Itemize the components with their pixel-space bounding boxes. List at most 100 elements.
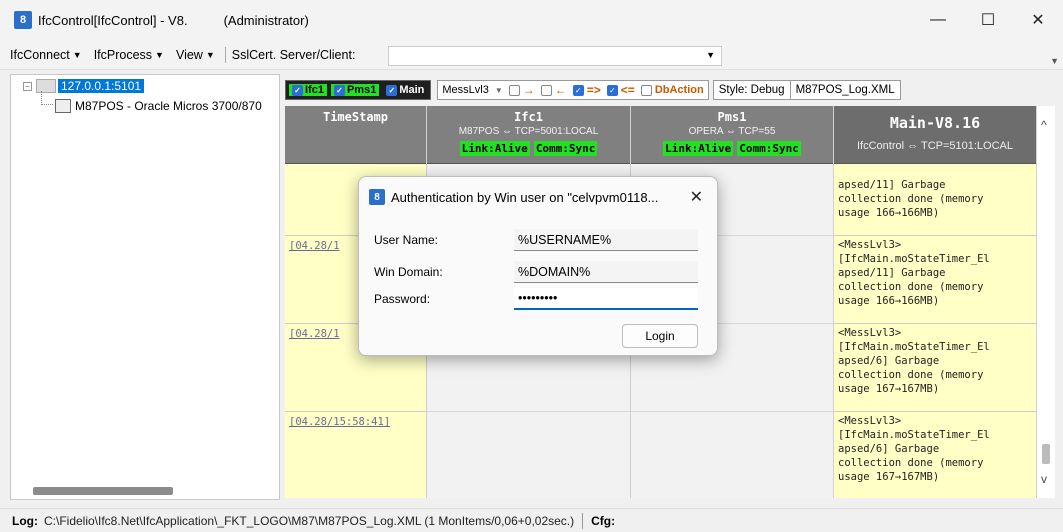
arrow-right-label: → bbox=[522, 83, 535, 97]
log-path: C:\Fidelio\Ifc8.Net\IfcApplication\_FKT_… bbox=[44, 513, 575, 528]
ifc1-subtitle: M87POS ⇔ TCP=5001:LOCAL bbox=[458, 126, 599, 137]
timestamp-link[interactable]: [04.28/15:58:41] bbox=[285, 412, 426, 432]
close-icon[interactable]: ✕ bbox=[690, 187, 703, 207]
checkbox-checked-icon: ✓ bbox=[572, 84, 584, 96]
log-message: <MessLvl3> [IfcMain.moStateTimer_El apse… bbox=[838, 239, 990, 307]
maximize-button[interactable]: ☐ bbox=[963, 0, 1013, 40]
title-bar: 8 IfcControl[IfcControl] - V8. (Administ… bbox=[0, 0, 1063, 40]
double-right-label: => bbox=[586, 83, 601, 97]
status-bar: Log: C:\Fidelio\Ifc8.Net\IfcApplication\… bbox=[0, 508, 1063, 532]
window-title: IfcControl[IfcControl] - V8. bbox=[38, 12, 188, 28]
vertical-scrollbar[interactable]: ^ v bbox=[1037, 106, 1055, 498]
app-icon: 8 bbox=[369, 189, 385, 205]
chevron-down-icon[interactable]: v bbox=[1041, 472, 1047, 486]
tree-node-server-label: 127.0.0.1:5101 bbox=[58, 79, 145, 93]
login-button-label: Login bbox=[645, 329, 675, 343]
scrollbar-thumb[interactable] bbox=[1042, 444, 1050, 464]
status-separator bbox=[582, 512, 584, 529]
username-row: User Name: %USERNAME% bbox=[374, 229, 698, 251]
table-cell bbox=[631, 412, 833, 498]
checkbox-checked-icon: ✓ bbox=[292, 84, 303, 96]
toggle-pms1-label: Pms1 bbox=[346, 84, 377, 96]
menu-ifcprocess[interactable]: IfcProcess ▼ bbox=[94, 48, 164, 62]
window-admin-label: (Administrator) bbox=[223, 12, 309, 28]
checkbox-unchecked-icon bbox=[508, 84, 520, 96]
checkbox-unchecked-icon bbox=[540, 84, 552, 96]
horizontal-scrollbar[interactable] bbox=[33, 487, 173, 495]
password-row: Password: ••••••••• bbox=[374, 288, 698, 310]
ssl-cert-label: SslCert. Server/Client: bbox=[231, 47, 356, 62]
domain-field[interactable]: %DOMAIN% bbox=[514, 261, 698, 283]
ssl-cert-dropdown[interactable]: ▼ bbox=[388, 46, 722, 66]
close-button[interactable]: ✕ bbox=[1013, 0, 1063, 40]
minimize-button[interactable]: — bbox=[913, 0, 963, 40]
app-icon: 8 bbox=[14, 11, 32, 29]
table-cell[interactable]: <MessLvl3> [IfcMain.moStateTimer_El apse… bbox=[834, 324, 1036, 412]
column-header-ifc1[interactable]: Ifc1 M87POS ⇔ TCP=5001:LOCAL Link:Alive … bbox=[427, 106, 630, 164]
chevron-up-icon[interactable]: ^ bbox=[1041, 118, 1047, 132]
table-row[interactable]: [04.28/15:58:41] bbox=[285, 412, 426, 498]
domain-row: Win Domain: %DOMAIN% bbox=[374, 261, 698, 283]
domain-label: Win Domain: bbox=[374, 265, 443, 279]
column-header-pms1[interactable]: Pms1 OPERA ⇔ TCP=55 Link:Alive Comm:Sync bbox=[631, 106, 833, 164]
checkbox-unchecked-icon bbox=[640, 84, 652, 96]
cfg-label: Cfg: bbox=[591, 513, 616, 528]
filter-dbaction[interactable]: DbAction bbox=[640, 84, 704, 96]
pos-terminal-icon bbox=[55, 99, 71, 113]
link-status-badge: Link:Alive bbox=[663, 141, 734, 156]
checkbox-checked-icon: ✓ bbox=[386, 84, 398, 96]
chevron-down-icon: ▼ bbox=[155, 49, 164, 60]
filter-toolbar: ✓ Ifc1 ✓ Pms1 ✓ Main MessLvl3 ▼ → ← ✓ => ✓ <=… bbox=[285, 78, 1063, 102]
filter-double-left[interactable]: ✓ <= bbox=[606, 83, 635, 97]
arrow-left-label: ← bbox=[554, 83, 567, 97]
username-value: %USERNAME% bbox=[518, 232, 612, 247]
password-value: ••••••••• bbox=[518, 291, 558, 305]
style-selector[interactable]: Style: Debug bbox=[714, 84, 790, 96]
chevron-down-icon[interactable]: ▼ bbox=[495, 86, 503, 95]
tree-node-pos[interactable]: M87POS - Oracle Micros 3700/870 bbox=[43, 99, 262, 113]
log-file-name[interactable]: M87POS_Log.XML bbox=[791, 84, 900, 96]
timestamp-link[interactable] bbox=[285, 164, 426, 172]
column-header-timestamp[interactable]: TimeStamp bbox=[285, 106, 426, 164]
toggle-ifc1-label: Ifc1 bbox=[305, 84, 324, 96]
dialog-title-bar: 8 Authentication by Win user on "celvpvm… bbox=[369, 189, 658, 205]
toggle-pms1[interactable]: ✓ Pms1 bbox=[330, 84, 380, 96]
main-subtitle: IfcControl ⇔ TCP=5101:LOCAL bbox=[856, 140, 1013, 152]
toggle-ifc1[interactable]: ✓ Ifc1 bbox=[289, 84, 327, 96]
filter-arrow-left[interactable]: ← bbox=[540, 83, 567, 97]
collapse-icon[interactable]: − bbox=[23, 81, 32, 91]
login-button[interactable]: Login bbox=[622, 324, 698, 348]
overflow-icon[interactable]: ▼ bbox=[1050, 56, 1059, 66]
connection-tree: − 127.0.0.1:5101 M87POS - Oracle Micros … bbox=[10, 74, 280, 500]
checkbox-checked-icon: ✓ bbox=[333, 84, 345, 96]
password-field[interactable]: ••••••••• bbox=[514, 288, 698, 310]
log-message: <MessLvl3> [IfcMain.moStateTimer_El apse… bbox=[838, 327, 990, 395]
menu-view[interactable]: View ▼ bbox=[176, 48, 215, 62]
dialog-title: Authentication by Win user on "celvpvm01… bbox=[391, 189, 659, 205]
filter-double-right[interactable]: ✓ => bbox=[572, 83, 601, 97]
column-main: Main-V8.16 IfcControl ⇔ TCP=5101:LOCAL a… bbox=[834, 106, 1037, 498]
column-header-main[interactable]: Main-V8.16 IfcControl ⇔ TCP=5101:LOCAL bbox=[834, 106, 1036, 164]
style-box: Style: Debug M87POS_Log.XML bbox=[712, 80, 901, 100]
log-label: Log: bbox=[12, 513, 38, 528]
pms1-subtitle: OPERA ⇔ TCP=55 bbox=[688, 126, 776, 137]
filter-arrow-right[interactable]: → bbox=[508, 83, 535, 97]
ifc1-title: Ifc1 bbox=[514, 110, 543, 124]
toggle-main-label: Main bbox=[399, 84, 425, 96]
username-field[interactable]: %USERNAME% bbox=[514, 229, 698, 251]
chevron-down-icon: ▼ bbox=[205, 49, 215, 60]
timestamp-header-label: TimeStamp bbox=[322, 110, 389, 124]
menu-view-label: View bbox=[175, 47, 203, 62]
table-cell[interactable]: <MessLvl3> [IfcMain.moStateTimer_El apse… bbox=[834, 236, 1036, 324]
main-title: Main-V8.16 bbox=[889, 114, 981, 132]
toggle-main[interactable]: ✓ Main bbox=[383, 84, 427, 96]
log-message: apsed/11] Garbage collection done (memor… bbox=[838, 179, 984, 219]
auth-dialog: 8 Authentication by Win user on "celvpvm… bbox=[358, 176, 718, 356]
menu-ifcconnect[interactable]: IfcConnect ▼ bbox=[10, 48, 82, 62]
dbaction-label: DbAction bbox=[654, 84, 704, 96]
menu-separator bbox=[224, 46, 226, 63]
mess-level-select[interactable]: MessLvl3 bbox=[442, 84, 488, 96]
username-label: User Name: bbox=[374, 233, 439, 247]
table-cell[interactable]: apsed/11] Garbage collection done (memor… bbox=[834, 164, 1036, 236]
table-cell[interactable]: <MessLvl3> [IfcMain.moStateTimer_El apse… bbox=[834, 412, 1036, 498]
